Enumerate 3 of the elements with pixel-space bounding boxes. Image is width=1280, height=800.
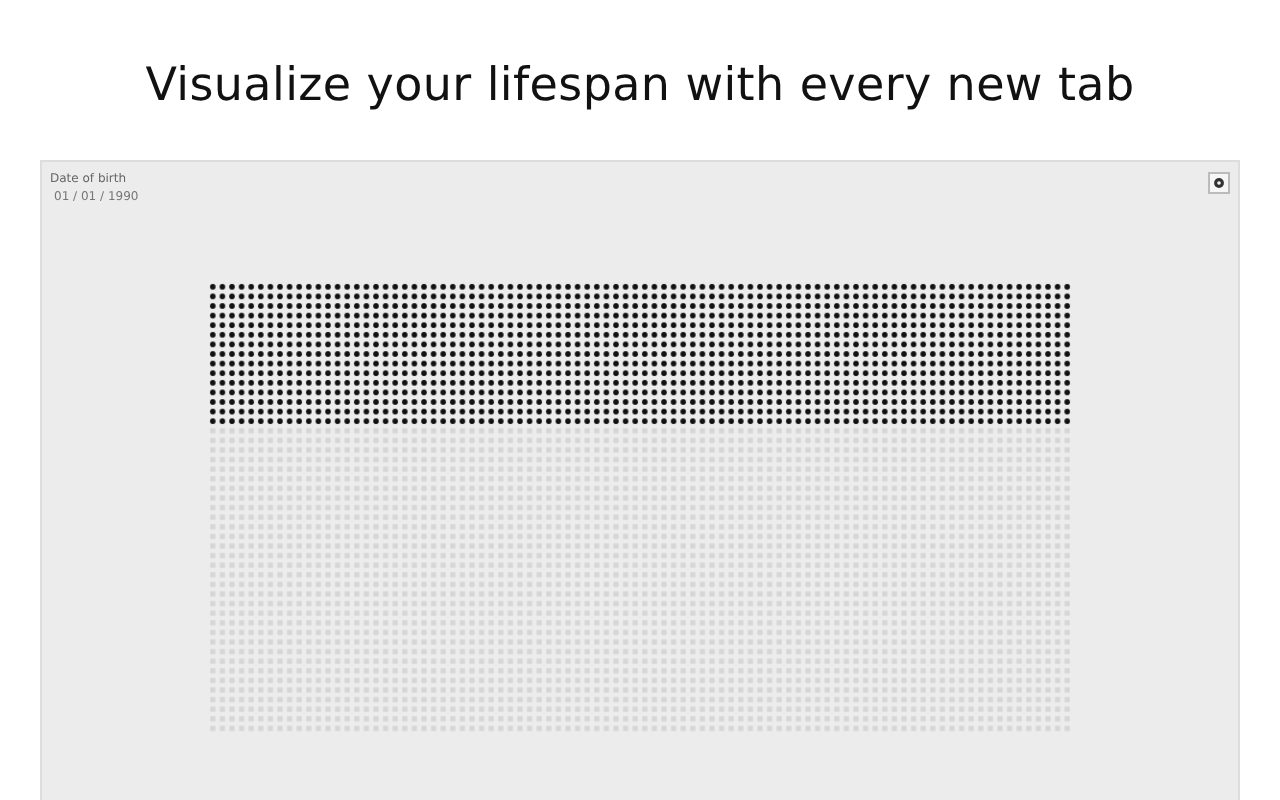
settings-button[interactable] xyxy=(1208,172,1230,194)
settings-icon xyxy=(1212,176,1226,190)
headline: Visualize your lifespan with every new tab xyxy=(145,60,1135,116)
